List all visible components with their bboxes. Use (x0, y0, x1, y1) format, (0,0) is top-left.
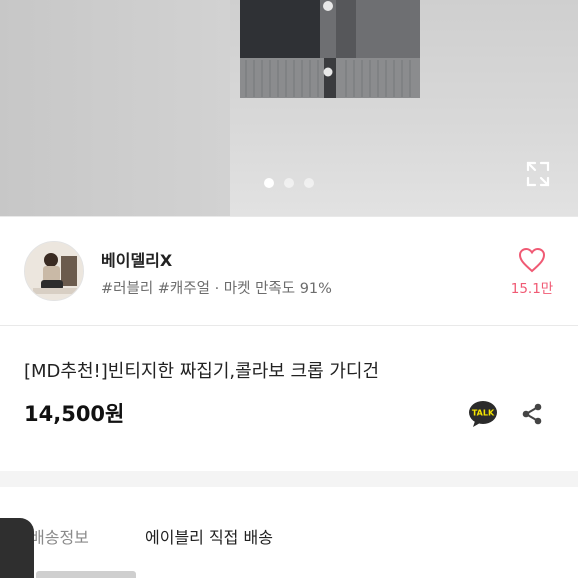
product-price: 14,500원 (24, 402, 125, 426)
talk-label: TALK (472, 409, 495, 418)
share-icon[interactable] (520, 402, 544, 426)
product-image-carousel[interactable] (0, 0, 578, 216)
shipping-value: 에이블리 직접 배송 (145, 528, 273, 547)
meta-separator: · (214, 281, 220, 297)
seller-name[interactable]: 베이델리X (101, 247, 172, 271)
carousel-dot[interactable] (284, 178, 294, 188)
carousel-dot[interactable] (264, 178, 274, 188)
heart-outline-icon (518, 247, 546, 273)
seller-avatar[interactable] (24, 241, 84, 301)
like-count: 15.1만 (510, 281, 554, 297)
kakao-talk-icon[interactable]: TALK (468, 400, 498, 428)
product-title: [MD추천!]빈티지한 짜집기,콜라보 크롭 가디건 (24, 361, 380, 382)
floating-side-tab[interactable] (0, 518, 34, 578)
carousel-dot[interactable] (304, 178, 314, 188)
seller-tags: #러블리 #캐주얼 (101, 281, 210, 297)
next-section-peek (36, 570, 156, 578)
shipping-label: 배송정보 (30, 528, 89, 547)
product-photo (240, 0, 420, 98)
section-gap (0, 471, 578, 487)
product-info: [MD추천!]빈티지한 짜집기,콜라보 크롭 가디건 14,500원 TALK (0, 326, 578, 471)
expand-icon[interactable] (526, 161, 550, 187)
like-button[interactable]: 15.1만 (506, 247, 558, 297)
seller-meta: #러블리 #캐주얼 · 마켓 만족도 91% (101, 277, 332, 298)
carousel-indicator (0, 178, 578, 188)
seller-row[interactable]: 베이델리X #러블리 #캐주얼 · 마켓 만족도 91% 15.1만 (0, 217, 578, 325)
market-satisfaction: 마켓 만족도 91% (223, 281, 332, 297)
